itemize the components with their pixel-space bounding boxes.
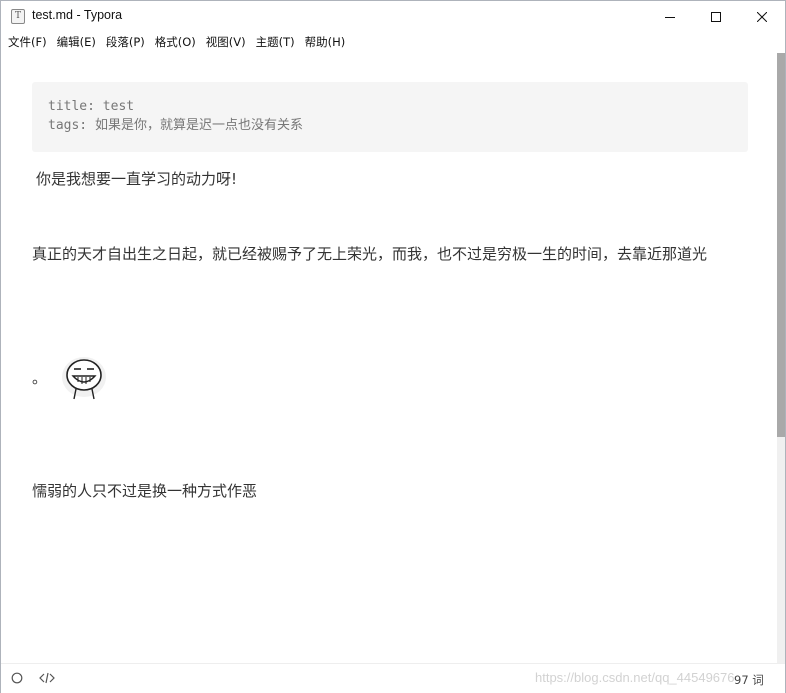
minimize-icon [665, 16, 675, 18]
front-matter-block[interactable]: title: test tags: 如果是你，就算是迟一点也没有关系 [32, 82, 748, 152]
word-count[interactable]: 97 词 [734, 672, 764, 688]
close-icon [757, 11, 767, 22]
maximize-icon [711, 11, 721, 22]
typora-app-icon: T [11, 9, 25, 24]
front-matter-tags-key: tags: [48, 118, 95, 133]
paragraph-3[interactable]: 。 [32, 355, 744, 401]
paragraph-1[interactable]: 你是我想要一直学习的动力呀! [36, 167, 748, 191]
menu-theme[interactable]: 主题(T) [251, 32, 300, 53]
front-matter-tags-line: tags: 如果是你，就算是迟一点也没有关系 [48, 116, 732, 135]
typora-window: T test.md - Typora 文件(F) 编辑(E) 段落(P) 格式(… [0, 0, 786, 693]
paragraph-4[interactable]: 懦弱的人只不过是换一种方式作恶 [32, 479, 744, 503]
maximize-button[interactable] [693, 1, 739, 32]
grinning-face-sticker[interactable] [59, 355, 109, 401]
menu-edit[interactable]: 编辑(E) [52, 32, 101, 53]
window-title: test.md - Typora [32, 8, 123, 22]
menu-file[interactable]: 文件(F) [3, 32, 52, 53]
menu-help[interactable]: 帮助(H) [300, 32, 351, 53]
menu-format[interactable]: 格式(O) [150, 32, 201, 53]
front-matter-title-key: title: [48, 99, 103, 114]
menu-paragraph[interactable]: 段落(P) [101, 32, 150, 53]
front-matter-tags-value: 如果是你，就算是迟一点也没有关系 [94, 118, 303, 133]
editor-area[interactable]: title: test tags: 如果是你，就算是迟一点也没有关系 你是我想要… [1, 53, 777, 663]
menu-view[interactable]: 视图(V) [201, 32, 251, 53]
menu-bar: 文件(F) 编辑(E) 段落(P) 格式(O) 视图(V) 主题(T) 帮助(H… [1, 32, 785, 53]
title-bar: T test.md - Typora [1, 1, 785, 32]
paragraph-2[interactable]: 真正的天才自出生之日起，就已经被赐予了无上荣光，而我，也不过是穷极一生的时间，去… [32, 242, 744, 266]
minimize-button[interactable] [647, 1, 693, 32]
status-bar: https://blog.csdn.net/qq_44549676 97 词 [1, 663, 785, 693]
code-icon[interactable] [39, 672, 55, 684]
front-matter-title-line: title: test [48, 97, 732, 116]
csdn-watermark: https://blog.csdn.net/qq_44549676 [535, 670, 735, 685]
front-matter-title-value: test [102, 99, 135, 114]
paragraph-3-text: 。 [32, 369, 48, 387]
close-button[interactable] [739, 1, 785, 32]
vertical-scrollbar[interactable] [777, 53, 785, 663]
scrollbar-thumb[interactable] [777, 53, 785, 437]
circle-icon[interactable] [11, 672, 23, 684]
